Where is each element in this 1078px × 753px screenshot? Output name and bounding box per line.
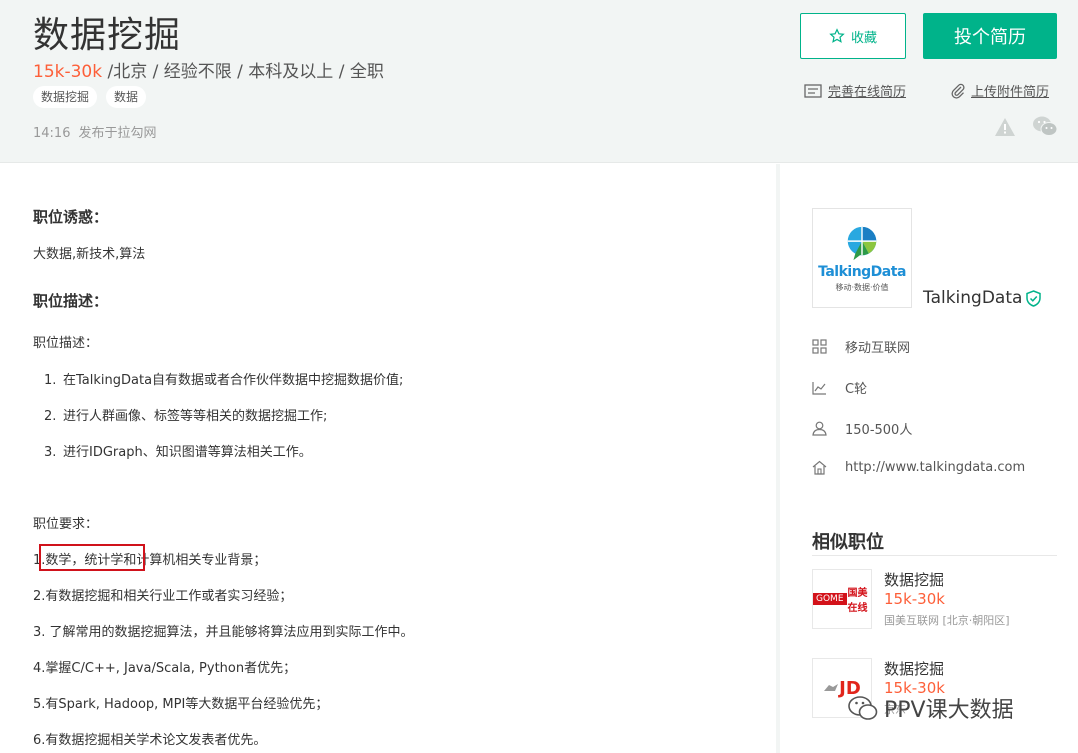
duty-text: 进行IDGraph、知识图谱等算法相关工作。 xyxy=(63,445,312,460)
talkingdata-logo-icon xyxy=(847,226,877,260)
company-stage-text: C轮 xyxy=(845,382,868,397)
duty-number: 2. xyxy=(44,409,57,424)
person-icon xyxy=(812,421,827,436)
job-header: 数据挖掘 15k-30k /北京 / 经验不限 / 本科及以上 / 全职 数据挖… xyxy=(0,0,1078,163)
duty-text: 进行人群画像、标签等等相关的数据挖掘工作; xyxy=(63,409,328,424)
duty-number: 3. xyxy=(44,445,57,460)
similar-job-item[interactable]: GOME 国美在线 数据挖掘 15k-30k 国美互联网 [北京·朝阳区] xyxy=(812,569,1057,629)
wechat-watermark-icon xyxy=(848,696,878,720)
tag[interactable]: 数据挖掘 xyxy=(33,86,98,108)
tag[interactable]: 数据 xyxy=(106,86,147,108)
requirement-item: 6.有数据挖掘相关学术论文发表者优先。 xyxy=(33,733,267,748)
requirement-item: 3. 了解常用的数据挖掘算法，并且能够将算法应用到实际工作中。 xyxy=(33,625,414,640)
upload-attachment-resume-label: 上传附件简历 xyxy=(971,85,1050,100)
favorite-button[interactable]: 收藏 xyxy=(800,13,906,59)
similar-job-title: 数据挖掘 xyxy=(884,571,945,589)
similar-jobs-divider xyxy=(812,555,1057,556)
watermark: PPV课大数据 xyxy=(848,692,1014,724)
home-icon xyxy=(812,460,827,475)
requirement-item: 5.有Spark, Hadoop, MPI等大数据平台经验优先； xyxy=(33,697,329,712)
company-website-link[interactable]: http://www.talkingdata.com xyxy=(845,460,1025,475)
complete-online-resume-link[interactable]: 完善在线简历 xyxy=(804,81,906,100)
duty-number: 1. xyxy=(44,373,57,388)
requirement-item: 2.有数据挖掘和相关行业工作或者实习经验； xyxy=(33,589,293,604)
similar-job-logo: GOME 国美在线 xyxy=(812,569,872,629)
highlight-annotation-box xyxy=(39,544,145,571)
verified-shield-icon xyxy=(1026,289,1042,307)
duty-item: 2. 进行人群画像、标签等等相关的数据挖掘工作; xyxy=(44,405,327,424)
company-logo[interactable]: TalkingData 移动·数据·价值 xyxy=(812,208,912,308)
similar-job-salary: 15k-30k xyxy=(884,590,945,608)
job-salary: 15k-30k xyxy=(33,62,103,82)
complete-online-resume-label: 完善在线简历 xyxy=(828,85,907,100)
growth-chart-icon xyxy=(812,381,826,395)
company-industry-text: 移动互联网 xyxy=(845,341,911,356)
job-meta-details: /北京 / 经验不限 / 本科及以上 / 全职 xyxy=(102,62,384,82)
company-logo-slogan: 移动·数据·价值 xyxy=(835,282,889,292)
post-source: 发布于拉勾网 xyxy=(78,126,157,141)
jd-dog-logo-icon xyxy=(824,684,839,691)
company-name[interactable]: TalkingData xyxy=(923,288,1042,308)
requirement-item: 4.掌握C/C++, Java/Scala, Python者优先； xyxy=(33,661,297,676)
similar-job-company: 国美互联网 [北京·朝阳区] xyxy=(884,614,1010,627)
job-meta: 15k-30k /北京 / 经验不限 / 本科及以上 / 全职 xyxy=(33,57,384,82)
company-stage: C轮 xyxy=(812,378,867,397)
job-tags: 数据挖掘 数据 xyxy=(33,86,147,108)
job-advantage-title: 职位诱惑： xyxy=(33,208,109,226)
report-warning-icon[interactable] xyxy=(994,117,1016,137)
job-detail: 职位诱惑： 大数据,新技术,算法 职位描述： 职位描述： 1. 在TalkingD… xyxy=(0,164,776,753)
wechat-share-icon[interactable] xyxy=(1032,115,1058,137)
duty-item: 3. 进行IDGraph、知识图谱等算法相关工作。 xyxy=(44,441,312,460)
duty-text: 在TalkingData自有数据或者合作伙伴数据中挖掘数据价值; xyxy=(63,373,404,388)
job-description-title: 职位描述： xyxy=(33,292,109,310)
paperclip-icon xyxy=(951,83,965,99)
similar-job-logo-text: 国美在线 xyxy=(847,588,868,614)
gome-logo-icon: GOME xyxy=(813,593,847,605)
job-requirements-title: 职位要求： xyxy=(33,517,99,532)
job-advantage-text: 大数据,新技术,算法 xyxy=(33,247,146,262)
company-size-text: 150-500人 xyxy=(845,423,913,438)
post-time: 14:16 发布于拉勾网 xyxy=(33,122,156,141)
grid-icon xyxy=(812,339,827,354)
job-description-subtitle: 职位描述： xyxy=(33,336,99,351)
company-industry: 移动互联网 xyxy=(812,337,910,356)
post-time-value: 14:16 xyxy=(33,126,71,141)
upload-attachment-resume-link[interactable]: 上传附件简历 xyxy=(951,81,1049,100)
duty-item: 1. 在TalkingData自有数据或者合作伙伴数据中挖掘数据价值; xyxy=(44,369,403,388)
job-title: 数据挖掘 xyxy=(33,15,182,56)
resume-icon xyxy=(804,83,822,98)
company-website[interactable]: http://www.talkingdata.com xyxy=(812,460,1025,475)
favorite-label: 收藏 xyxy=(850,30,877,46)
company-logo-text: TalkingData xyxy=(818,263,906,280)
star-icon xyxy=(829,28,845,43)
company-size: 150-500人 xyxy=(812,419,912,438)
similar-job-title: 数据挖掘 xyxy=(884,660,945,678)
company-sidebar: TalkingData 移动·数据·价值 TalkingData 移动互联网 C… xyxy=(780,164,1078,753)
company-name-text: TalkingData xyxy=(923,288,1023,308)
apply-button[interactable]: 投个简历 xyxy=(923,13,1057,59)
similar-jobs-title: 相似职位 xyxy=(812,532,884,553)
watermark-text: PPV课大数据 xyxy=(884,698,1014,723)
